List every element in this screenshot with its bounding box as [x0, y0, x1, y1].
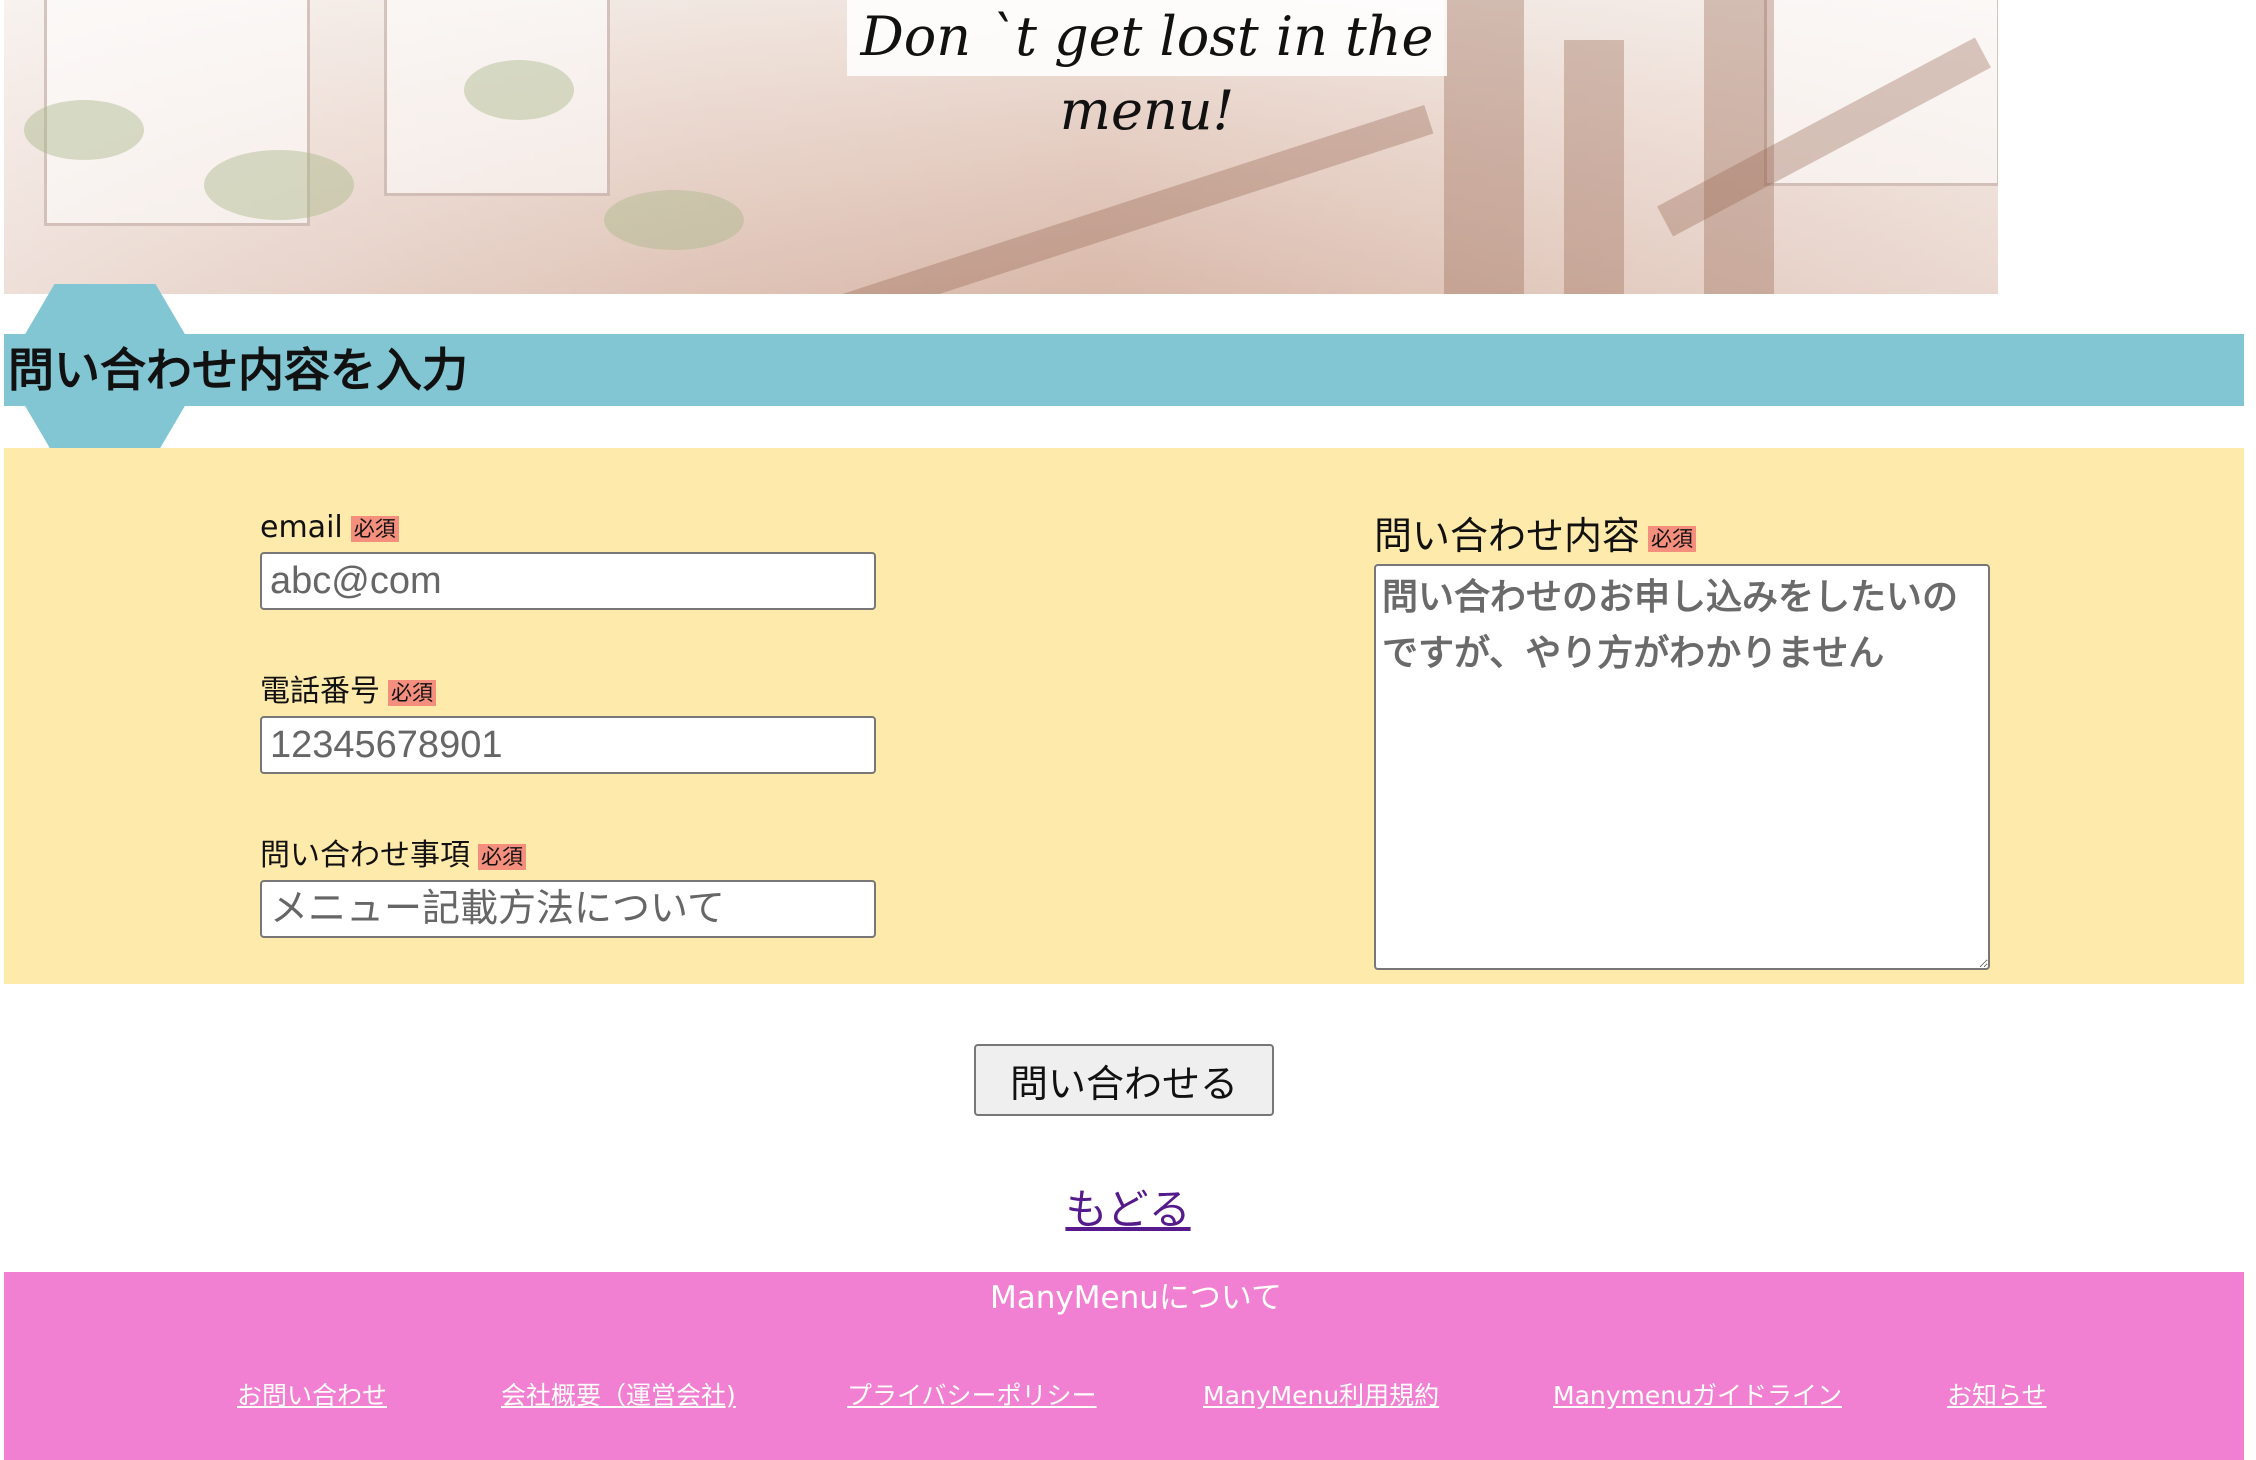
email-label-text: email: [260, 510, 343, 545]
hero-plant: [604, 190, 744, 250]
phone-label-text: 電話番号: [260, 674, 380, 709]
required-badge: 必須: [1648, 525, 1697, 552]
footer: ManyMenuについて お問い合わせ 会社概要（運営会社) プライバシーポリシ…: [4, 1272, 2244, 1460]
required-badge: 必須: [478, 843, 526, 870]
submit-button[interactable]: 問い合わせる: [974, 1044, 1274, 1116]
subject-label-text: 問い合わせ事項: [260, 838, 470, 873]
message-label-text: 問い合わせ内容: [1374, 514, 1641, 558]
footer-link-contact[interactable]: お問い合わせ: [237, 1378, 387, 1414]
page-title: 問い合わせ内容を入力: [8, 343, 468, 397]
footer-link-guidelines[interactable]: Manymenuガイドライン: [1553, 1378, 1842, 1414]
footer-link-company[interactable]: 会社概要（運営会社): [501, 1378, 736, 1414]
hero-banner: Don `t get lost in the menu!: [4, 0, 1998, 294]
footer-title: ManyMenuについて: [990, 1280, 1282, 1316]
footer-link-news[interactable]: お知らせ: [1947, 1378, 2047, 1414]
subject-field[interactable]: [260, 880, 876, 938]
contact-form: email必須 電話番号必須 問い合わせ事項必須 問い合わせ内容必須: [4, 448, 2244, 984]
phone-label: 電話番号 必須: [260, 672, 436, 712]
hero-title: Don `t get lost in the menu!: [847, 0, 1447, 142]
hero-beam: [1444, 0, 1524, 294]
required-badge: 必須: [350, 515, 399, 542]
hero-beam: [1564, 40, 1624, 294]
hero-beam: [1704, 0, 1774, 294]
email-label: email 必須: [260, 508, 399, 548]
footer-link-terms[interactable]: ManyMenu利用規約: [1203, 1378, 1439, 1414]
hero-plant: [464, 60, 574, 120]
required-badge: 必須: [388, 679, 436, 706]
subject-label: 問い合わせ事項 必須: [260, 836, 526, 876]
hero-plant: [204, 150, 354, 220]
back-link-container: もどる: [0, 1176, 2256, 1237]
email-field[interactable]: [260, 552, 876, 610]
footer-link-privacy[interactable]: プライバシーポリシー: [847, 1378, 1097, 1414]
message-label: 問い合わせ内容 必須: [1374, 512, 1697, 560]
section-header: 問い合わせ内容を入力: [4, 284, 2244, 456]
hero-plant: [24, 100, 144, 160]
phone-field[interactable]: [260, 716, 876, 774]
back-link[interactable]: もどる: [1065, 1185, 1190, 1234]
message-textarea[interactable]: [1374, 564, 1990, 970]
